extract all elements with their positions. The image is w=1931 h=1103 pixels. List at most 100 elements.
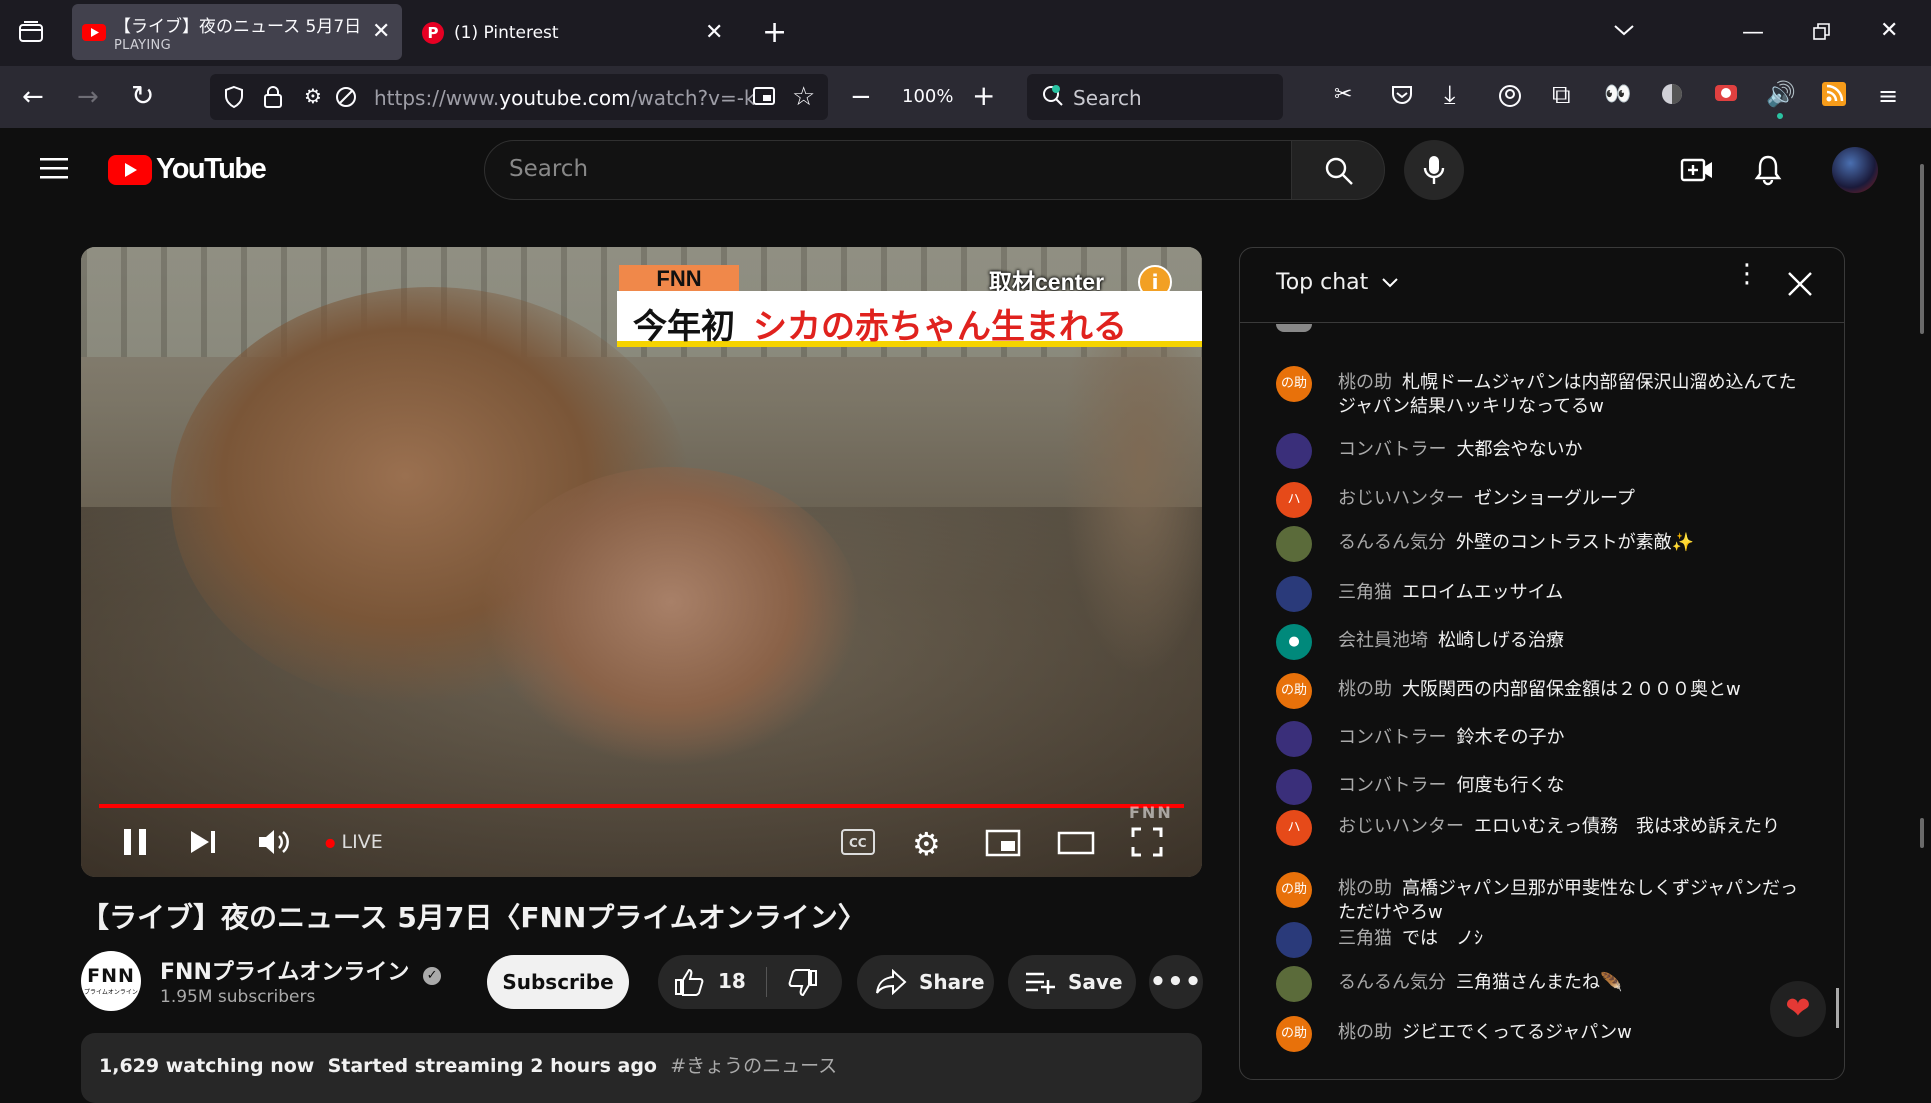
extension-dark-icon[interactable] xyxy=(1660,82,1684,111)
chat-author-avatar[interactable] xyxy=(1276,966,1312,1002)
restore-icon[interactable] xyxy=(1812,22,1832,47)
pause-icon[interactable] xyxy=(121,827,149,861)
hamburger-menu-icon[interactable] xyxy=(40,157,68,183)
tab-youtube[interactable]: 【ライブ】夜のニュース 5月7日 PLAYING ✕ xyxy=(72,4,402,60)
chat-author-name[interactable]: コンバトラー xyxy=(1338,439,1447,460)
live-indicator[interactable]: ● LIVE xyxy=(325,831,383,853)
video-player[interactable]: FNN 取材center i 今年初 シカの赤ちゃん生まれる ● LIVE CC… xyxy=(81,247,1202,877)
more-actions-button[interactable]: ••• xyxy=(1149,955,1203,1009)
chat-more-vertical-icon[interactable]: ⋮ xyxy=(1734,261,1760,287)
page-scrollbar[interactable] xyxy=(1920,164,1924,334)
progress-track[interactable] xyxy=(99,804,1184,808)
lock-icon[interactable] xyxy=(262,85,284,114)
chat-author-avatar[interactable]: の助 xyxy=(1276,366,1312,402)
forward-icon[interactable]: → xyxy=(77,84,99,110)
chat-author-avatar[interactable] xyxy=(1276,433,1312,469)
zoom-out-icon[interactable]: − xyxy=(850,84,872,110)
create-video-icon[interactable] xyxy=(1680,156,1714,188)
chat-author-name[interactable]: るんるん気分 xyxy=(1338,532,1446,553)
menu-icon[interactable]: ≡ xyxy=(1878,84,1898,108)
chat-author-avatar[interactable]: の助 xyxy=(1276,673,1312,709)
youtube-logo[interactable]: YouTube xyxy=(108,153,267,185)
chat-author-name[interactable]: コンバトラー xyxy=(1338,775,1447,796)
chat-author-avatar[interactable]: ハ xyxy=(1276,810,1312,846)
voice-search-button[interactable] xyxy=(1404,140,1464,200)
chat-author-avatar[interactable]: ハ xyxy=(1276,482,1312,518)
zoom-level[interactable]: 100% xyxy=(902,86,953,107)
volume-icon[interactable] xyxy=(257,827,291,861)
extensions-icon[interactable]: ⧉ xyxy=(1552,82,1571,108)
chat-author-avatar[interactable] xyxy=(1276,769,1312,805)
autoplay-blocked-icon[interactable] xyxy=(334,85,358,114)
chat-author-name[interactable]: るんるん気分 xyxy=(1338,972,1446,993)
chat-author-avatar[interactable] xyxy=(1276,526,1312,562)
shield-icon[interactable] xyxy=(222,85,246,114)
reaction-heart-button[interactable]: ❤ xyxy=(1770,981,1826,1037)
download-icon[interactable]: ⤓ xyxy=(1444,82,1456,108)
youtube-search-input[interactable]: Search xyxy=(484,140,1292,200)
speaker-icon[interactable]: 🔊 xyxy=(1766,82,1796,106)
chat-author-name[interactable]: おじいハンター xyxy=(1338,488,1464,509)
chat-author-name[interactable]: 会社員池埼 xyxy=(1338,630,1428,651)
back-icon[interactable]: ← xyxy=(22,84,44,110)
like-button[interactable]: 18 xyxy=(658,955,766,1009)
close-tab-icon[interactable]: ✕ xyxy=(372,21,390,43)
minimize-icon[interactable]: — xyxy=(1742,22,1764,44)
close-window-icon[interactable]: ✕ xyxy=(1880,20,1898,42)
permissions-icon[interactable]: ⚙ xyxy=(304,86,322,106)
chat-author-name[interactable]: コンバトラー xyxy=(1338,727,1447,748)
close-tab-icon[interactable]: ✕ xyxy=(705,22,723,44)
captions-icon[interactable]: CC xyxy=(841,829,875,859)
chat-close-icon[interactable] xyxy=(1786,270,1814,302)
url-text[interactable]: https://www.youtube.com/watch?v=-kH xyxy=(374,86,754,110)
subscribe-button[interactable]: Subscribe xyxy=(487,955,629,1009)
fullscreen-icon[interactable] xyxy=(1131,827,1163,861)
page-scrollbar-lower[interactable] xyxy=(1920,818,1924,848)
zoom-in-icon[interactable]: + xyxy=(972,82,995,110)
pocket-icon[interactable] xyxy=(1390,84,1414,111)
extension-eyes-icon[interactable]: 👀 xyxy=(1604,84,1631,106)
chat-author-name[interactable]: 桃の助 xyxy=(1338,1022,1392,1043)
new-tab-icon[interactable]: + xyxy=(762,18,787,48)
channel-name[interactable]: FNNプライムオンライン ✓ xyxy=(160,954,442,986)
chat-author-avatar[interactable]: の助 xyxy=(1276,1016,1312,1052)
share-button[interactable]: Share xyxy=(857,955,994,1009)
settings-gear-icon[interactable]: ⚙ xyxy=(912,825,941,863)
chat-author-name[interactable]: 三角猫 xyxy=(1338,928,1392,949)
account-icon[interactable] xyxy=(1498,84,1522,113)
chat-author-avatar[interactable] xyxy=(1276,576,1312,612)
theater-mode-icon[interactable] xyxy=(1057,831,1095,859)
chat-author-name[interactable]: 桃の助 xyxy=(1338,372,1392,393)
save-button[interactable]: Save xyxy=(1008,955,1136,1009)
chat-author-avatar[interactable] xyxy=(1276,922,1312,958)
rss-icon[interactable] xyxy=(1822,82,1846,111)
chat-scrollbar[interactable] xyxy=(1836,988,1839,1028)
youtube-search-button[interactable] xyxy=(1291,140,1385,200)
user-avatar[interactable] xyxy=(1832,147,1878,193)
chevron-down-icon[interactable] xyxy=(1613,20,1635,42)
description-box[interactable]: 1,629 watching now Started streaming 2 h… xyxy=(81,1033,1202,1103)
top-chat-selector[interactable]: Top chat xyxy=(1276,270,1399,295)
extension-record-icon[interactable] xyxy=(1714,82,1738,109)
chat-author-name[interactable]: 桃の助 xyxy=(1338,679,1392,700)
star-icon[interactable]: ☆ xyxy=(792,84,815,110)
channel-avatar[interactable]: FNN プライムオンライン xyxy=(81,951,141,1011)
picture-in-picture-icon[interactable] xyxy=(752,86,776,113)
url-bar[interactable]: ⚙ https://www.youtube.com/watch?v=-kH ☆ xyxy=(210,74,828,120)
reload-icon[interactable]: ↻ xyxy=(131,82,154,110)
chat-author-avatar[interactable]: の助 xyxy=(1276,872,1312,908)
next-icon[interactable] xyxy=(189,829,217,859)
notifications-bell-icon[interactable] xyxy=(1754,154,1782,190)
chat-author-avatar[interactable] xyxy=(1276,721,1312,757)
hashtag-link[interactable]: #きょうのニュース xyxy=(670,1055,837,1077)
chat-author-avatar[interactable]: ● xyxy=(1276,624,1312,660)
chat-author-name[interactable]: おじいハンター xyxy=(1338,816,1464,837)
tab-pinterest[interactable]: P (1) Pinterest ✕ xyxy=(412,4,732,60)
chat-author-name[interactable]: 三角猫 xyxy=(1338,582,1392,603)
tab-list-icon[interactable] xyxy=(18,20,44,49)
browser-search-field[interactable]: Search xyxy=(1027,74,1283,120)
miniplayer-icon[interactable] xyxy=(985,829,1021,861)
chat-author-name[interactable]: 桃の助 xyxy=(1338,878,1392,899)
screenshot-icon[interactable]: ✂ xyxy=(1334,84,1352,106)
dislike-button[interactable] xyxy=(768,955,842,1009)
